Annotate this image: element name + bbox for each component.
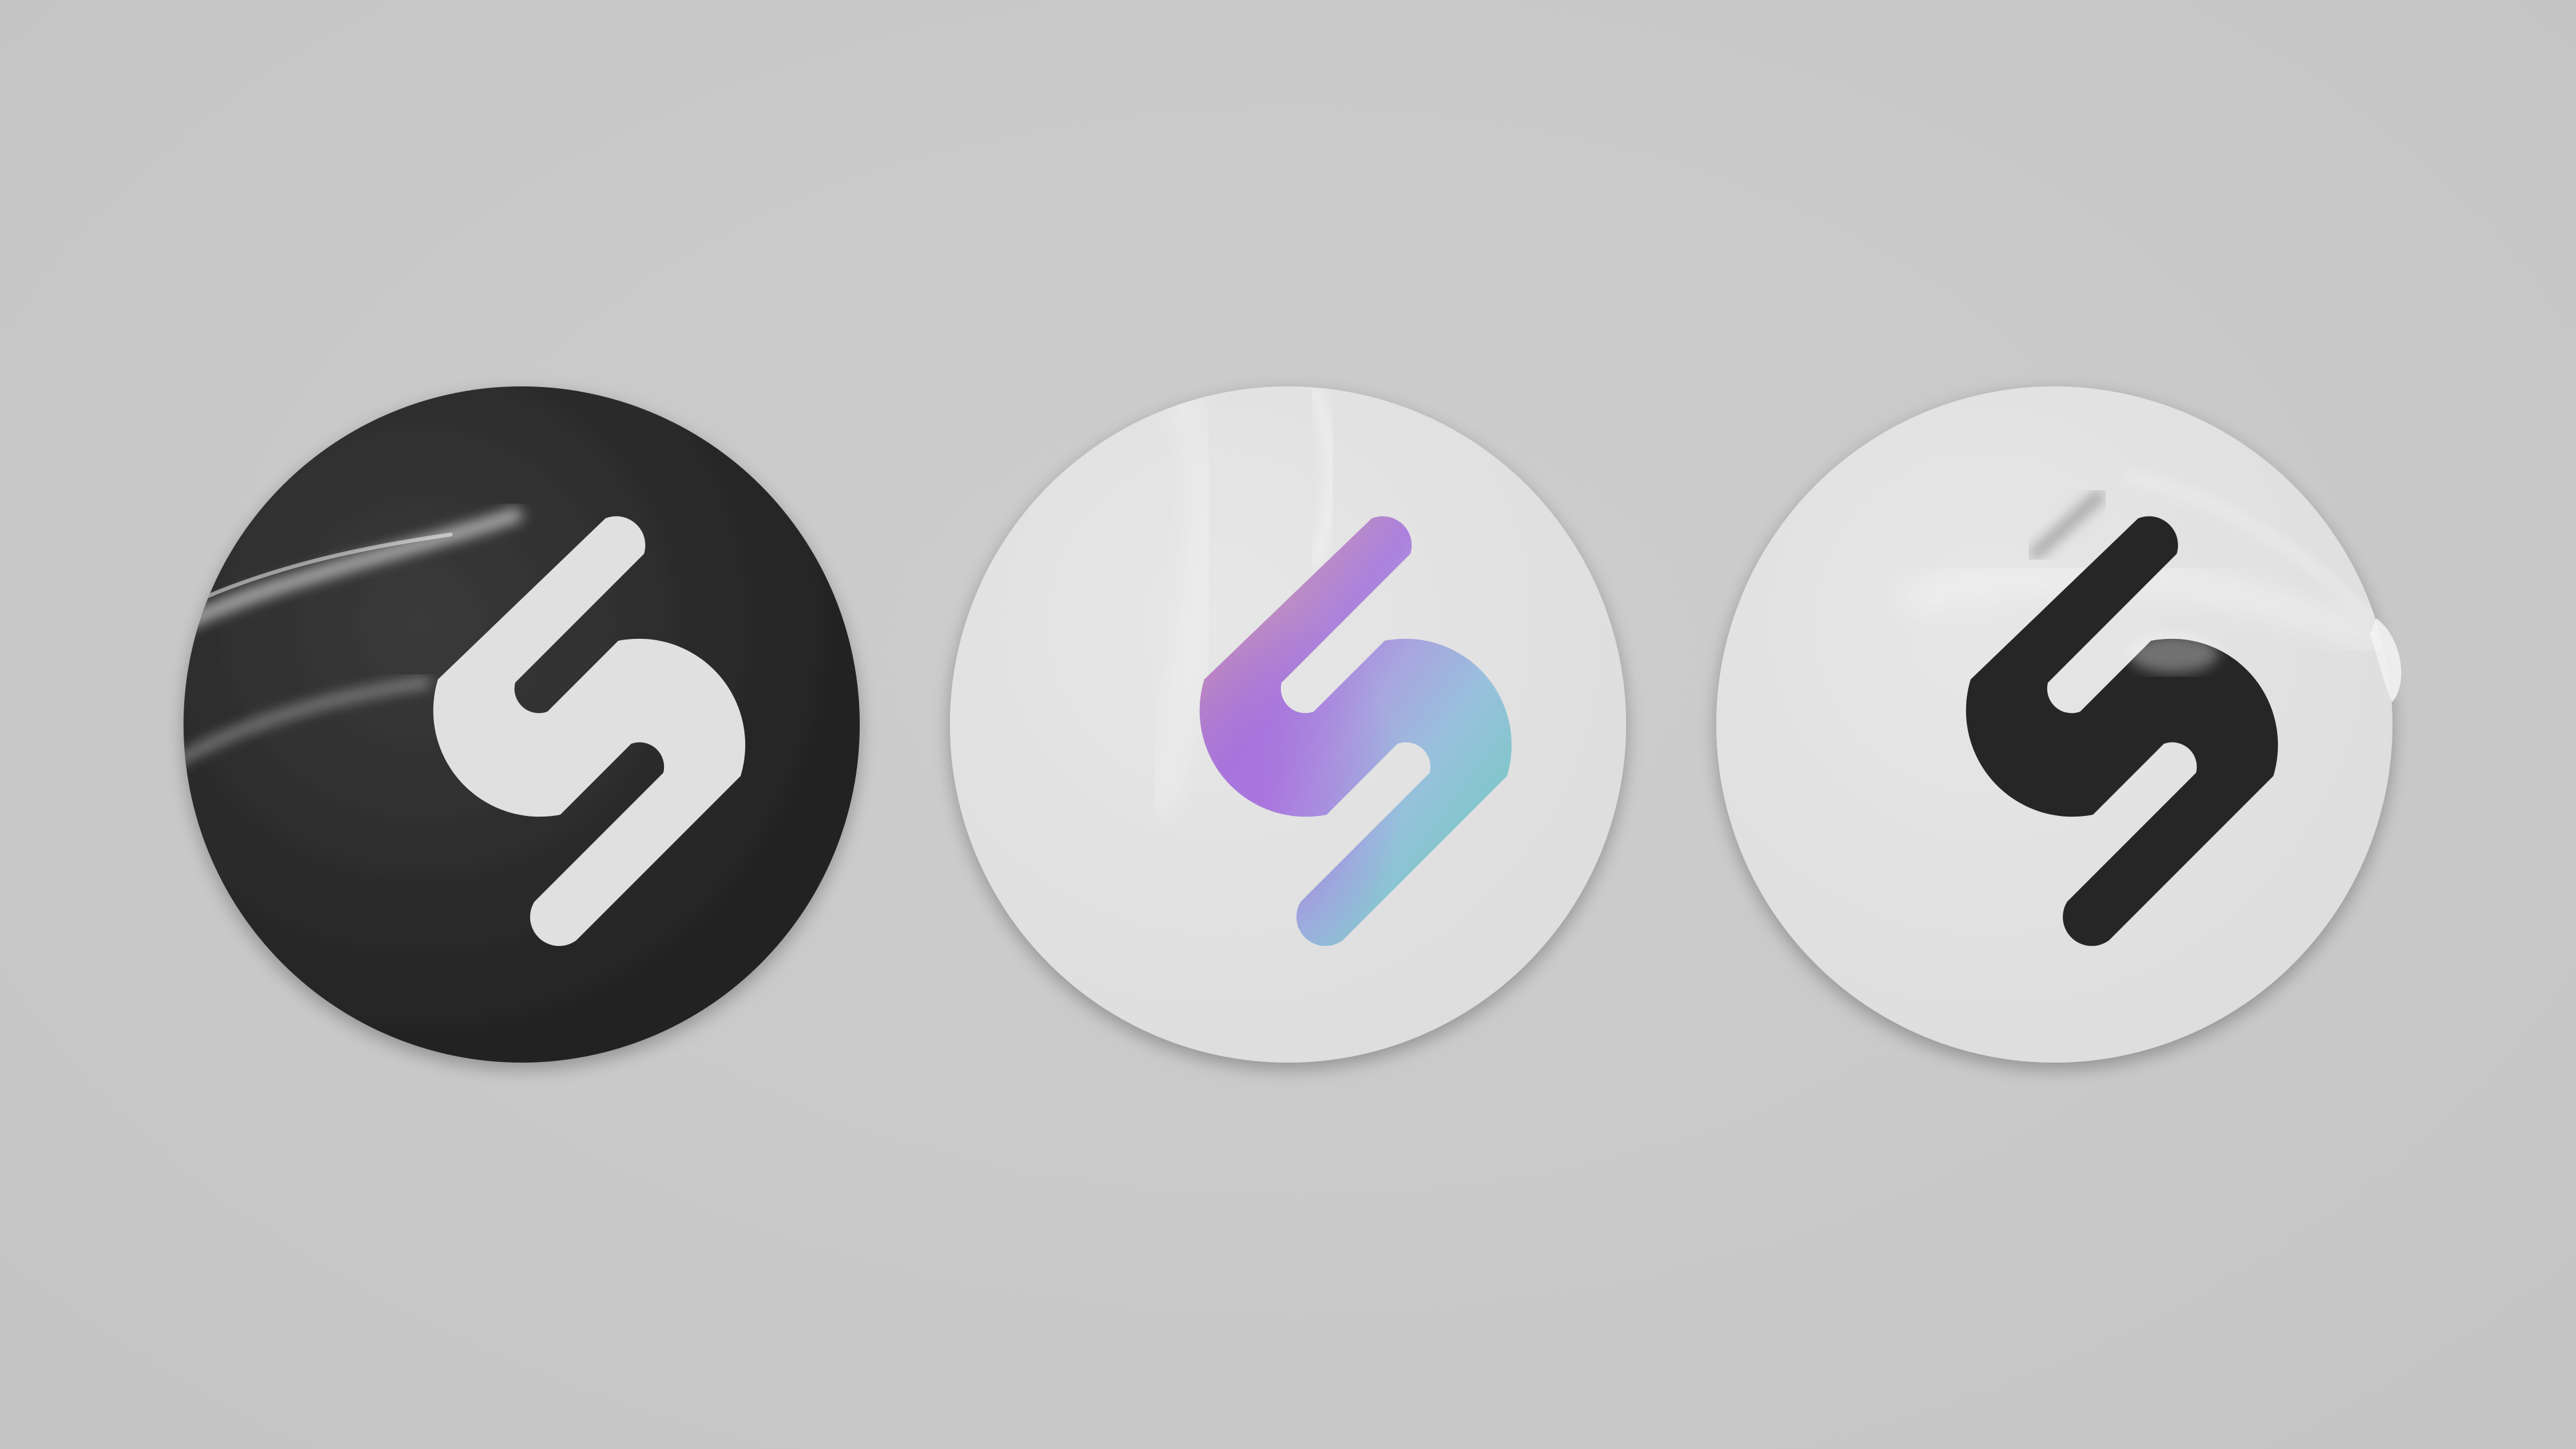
sticker-light <box>1716 386 2401 1063</box>
sticker-mockup-scene <box>0 0 2576 1449</box>
sticker-holographic <box>950 386 1626 1063</box>
sticker-mockup-illustration <box>184 386 2401 1063</box>
sticker-dark <box>184 386 860 1063</box>
